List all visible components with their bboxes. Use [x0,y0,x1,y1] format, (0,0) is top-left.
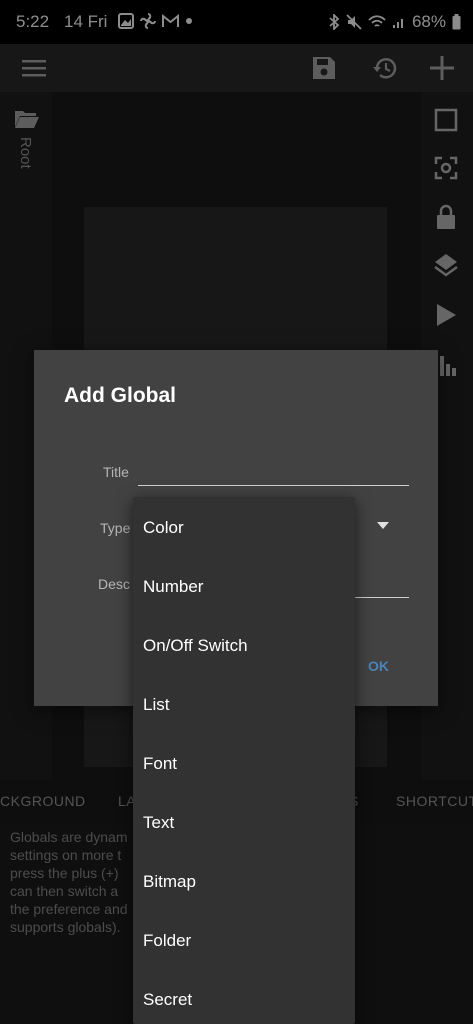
type-label: Type [100,520,131,536]
dialog-title: Add Global [64,384,176,407]
menu-item-onoff-switch[interactable]: On/Off Switch [143,636,248,656]
type-dropdown-menu: Color Number On/Off Switch List Font Tex… [133,497,355,1024]
menu-item-number[interactable]: Number [143,577,203,597]
dropdown-arrow-icon[interactable] [377,522,389,529]
menu-item-color[interactable]: Color [143,518,184,538]
menu-item-list[interactable]: List [143,695,169,715]
menu-item-secret[interactable]: Secret [143,990,192,1010]
menu-item-folder[interactable]: Folder [143,931,191,951]
menu-item-bitmap[interactable]: Bitmap [143,872,196,892]
title-input[interactable] [138,485,409,486]
description-input[interactable] [354,597,409,598]
description-label: Desc [98,576,130,592]
menu-item-font[interactable]: Font [143,754,177,774]
title-label: Title [103,464,129,480]
menu-item-text[interactable]: Text [143,813,174,833]
ok-button[interactable]: OK [368,658,389,674]
